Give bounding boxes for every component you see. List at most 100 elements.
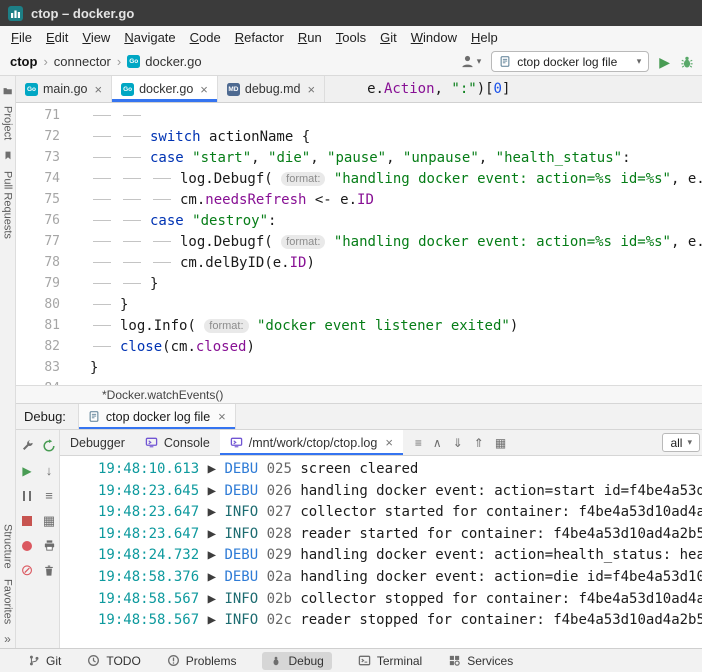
menu-item-tools[interactable]: Tools xyxy=(329,30,373,45)
log-console[interactable]: 19:48:10.613 ▶ DEBU 025 screen cleared19… xyxy=(60,456,702,648)
menu-item-edit[interactable]: Edit xyxy=(39,30,75,45)
editor-tab-debug.md[interactable]: MDdebug.md× xyxy=(218,76,325,102)
grid-icon[interactable]: ▦ xyxy=(43,514,55,527)
code-token: "destroy" xyxy=(192,213,268,229)
menu-item-file[interactable]: File xyxy=(4,30,39,45)
line-number[interactable]: 83 xyxy=(16,360,76,375)
code-line[interactable]: 71 xyxy=(16,105,702,126)
collapse-icon[interactable]: ∧ xyxy=(433,436,442,450)
menu-item-help[interactable]: Help xyxy=(464,30,505,45)
log-level: DEBU xyxy=(224,569,258,585)
log-filter-selector[interactable]: all ▾ xyxy=(662,433,700,452)
statusbar-item-git[interactable]: Git xyxy=(28,654,61,668)
console-icon xyxy=(145,436,158,449)
line-number[interactable]: 76 xyxy=(16,213,76,228)
breadcrumb-item[interactable]: connector xyxy=(52,54,113,69)
editor-tabbar: Gomain.go×Godocker.go×MDdebug.md× e.Acti… xyxy=(16,76,702,103)
line-number[interactable]: 75 xyxy=(16,192,76,207)
line-number[interactable]: 78 xyxy=(16,255,76,270)
line-number[interactable]: 72 xyxy=(16,129,76,144)
run-config-selector[interactable]: ctop docker log file ▾ xyxy=(491,51,649,72)
code-line[interactable]: 76case "destroy": xyxy=(16,210,702,231)
editor-tab-docker.go[interactable]: Godocker.go× xyxy=(112,76,218,102)
breadcrumb-item[interactable]: Godocker.go xyxy=(125,54,203,69)
statusbar-item-problems[interactable]: Problems xyxy=(167,654,237,668)
code-line[interactable]: 78cm.delByID(e.ID) xyxy=(16,252,702,273)
debug-tab-console[interactable]: Console xyxy=(135,430,220,455)
editor-tabs: Gomain.go×Godocker.go×MDdebug.md× xyxy=(16,76,325,102)
close-tab-icon[interactable]: × xyxy=(200,82,208,97)
toolbar-right: ▾ ctop docker log file ▾ ▶ xyxy=(460,51,694,72)
statusbar-item-services[interactable]: Services xyxy=(448,654,513,668)
debug-tab--mnt-work-ctop-ctop-log[interactable]: /mnt/work/ctop/ctop.log× xyxy=(220,430,403,455)
code-line[interactable]: 73case "start", "die", "pause", "unpause… xyxy=(16,147,702,168)
resume-icon[interactable]: ▶ xyxy=(22,465,31,477)
code-line[interactable]: 82close(cm.closed) xyxy=(16,336,702,357)
line-number[interactable]: 80 xyxy=(16,297,76,312)
view-options-icon[interactable]: ≡ xyxy=(415,436,422,450)
code-line[interactable]: 75cm.needsRefresh <- e.ID xyxy=(16,189,702,210)
scroll-down-icon[interactable]: ⇓ xyxy=(453,436,463,450)
statusbar-item-todo[interactable]: TODO xyxy=(87,654,140,668)
stripe-button-structure[interactable]: Structure xyxy=(2,524,14,569)
soft-wrap-icon[interactable]: ▦ xyxy=(495,436,506,450)
line-number[interactable]: 77 xyxy=(16,234,76,249)
bookmark-icon[interactable] xyxy=(3,150,13,161)
debug-right-panel: DebuggerConsole/mnt/work/ctop/ctop.log× … xyxy=(60,430,702,648)
more-tool-windows-button[interactable]: » xyxy=(4,632,11,646)
code-line[interactable]: 72switch actionName { xyxy=(16,126,702,147)
settings-wrench-icon[interactable] xyxy=(21,439,34,452)
debug-button[interactable] xyxy=(680,55,694,69)
print-icon[interactable] xyxy=(43,539,56,552)
line-number[interactable]: 71 xyxy=(16,108,76,123)
stripe-button-pull-requests[interactable]: Pull Requests xyxy=(2,171,14,239)
line-number[interactable]: 73 xyxy=(16,150,76,165)
debug-tab-debugger[interactable]: Debugger xyxy=(60,430,135,455)
editor-tab-main.go[interactable]: Gomain.go× xyxy=(16,76,112,102)
menu-item-git[interactable]: Git xyxy=(373,30,404,45)
line-number[interactable]: 81 xyxy=(16,318,76,333)
view-breakpoints-icon[interactable] xyxy=(22,541,32,551)
code-token: e. xyxy=(367,81,384,97)
close-tab-icon[interactable]: × xyxy=(308,82,316,97)
code-with-me-button[interactable]: ▾ xyxy=(460,54,482,69)
code-line[interactable]: 81log.Info( format: "docker event listen… xyxy=(16,315,702,336)
stripe-button-project[interactable]: Project xyxy=(2,106,14,140)
menu-item-code[interactable]: Code xyxy=(183,30,228,45)
code-line[interactable]: 79} xyxy=(16,273,702,294)
line-number[interactable]: 79 xyxy=(16,276,76,291)
pause-icon[interactable] xyxy=(23,491,31,501)
run-button[interactable]: ▶ xyxy=(659,55,670,69)
breadcrumb-item[interactable]: ctop xyxy=(8,54,39,69)
scroll-up-icon[interactable]: ⇑ xyxy=(474,436,484,450)
view-layout-icon[interactable]: ≡ xyxy=(45,489,53,502)
clear-trash-icon[interactable] xyxy=(43,564,55,577)
menu-item-view[interactable]: View xyxy=(75,30,117,45)
menu-item-run[interactable]: Run xyxy=(291,30,329,45)
line-number[interactable]: 74 xyxy=(16,171,76,186)
step-down-icon[interactable]: ↓ xyxy=(46,464,53,477)
code-line[interactable]: 83} xyxy=(16,357,702,378)
stop-icon[interactable] xyxy=(22,516,32,526)
statusbar-item-terminal[interactable]: Terminal xyxy=(358,654,422,668)
code-line[interactable]: 74log.Debugf( format: "handling docker e… xyxy=(16,168,702,189)
menu-item-window[interactable]: Window xyxy=(404,30,464,45)
code-token: needsRefresh xyxy=(205,192,306,208)
close-session-icon[interactable]: × xyxy=(218,409,226,424)
breadcrumb: ctop›connector›Godocker.go xyxy=(8,54,204,69)
mute-breakpoints-icon[interactable]: ⊘ xyxy=(21,563,34,578)
code-line[interactable]: 84 xyxy=(16,378,702,385)
rerun-icon[interactable] xyxy=(42,439,56,453)
statusbar-item-debug[interactable]: Debug xyxy=(262,652,331,670)
code-line[interactable]: 77log.Debugf( format: "handling docker e… xyxy=(16,231,702,252)
menu-item-refactor[interactable]: Refactor xyxy=(228,30,291,45)
close-tab-icon[interactable]: × xyxy=(385,435,393,450)
code-line[interactable]: 80} xyxy=(16,294,702,315)
close-tab-icon[interactable]: × xyxy=(94,82,102,97)
code-token: ) xyxy=(510,318,518,334)
debug-session-tab[interactable]: ctop docker log file × xyxy=(78,404,236,429)
code-editor[interactable]: 71 72switch actionName {73case "start", "… xyxy=(16,103,702,385)
menu-item-navigate[interactable]: Navigate xyxy=(117,30,182,45)
stripe-button-favorites[interactable]: Favorites xyxy=(2,579,14,624)
line-number[interactable]: 82 xyxy=(16,339,76,354)
